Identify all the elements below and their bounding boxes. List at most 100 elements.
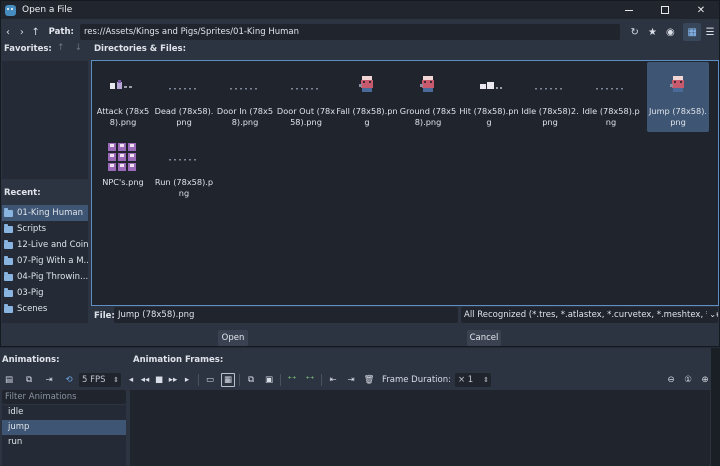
favorites-list[interactable] [2,61,88,179]
toggle-hidden-button[interactable]: ◉ [661,23,679,41]
recent-item[interactable]: 01-King Human [2,205,88,221]
file-item[interactable]: Door In (78x58).png [214,62,276,132]
recent-label: Recent: [4,188,41,198]
file-item[interactable]: Ground (78x58).png [397,62,459,132]
chevron-right-icon: › [19,26,24,38]
path-label: Path: [48,27,74,37]
file-item[interactable]: Run (78x58).png [153,133,215,203]
arrow-down-icon[interactable]: ↓ [75,43,83,53]
load-frames-icon[interactable]: ▭ [203,373,217,387]
animation-item[interactable]: jump [2,420,126,435]
recent-item[interactable]: 03-Pig [2,285,88,301]
file-item[interactable]: Fall (78x58).png [336,62,398,132]
duplicate-animation-icon[interactable]: ⧉ [22,373,36,387]
refresh-button[interactable]: ↻ [626,23,644,41]
play-icon[interactable]: ▸▸ [166,373,180,387]
sprite-thumbnail [228,70,262,98]
zoom-reset-icon[interactable]: ① [681,373,695,387]
frame-duration-spinbox[interactable]: × 1 ⇕ [454,373,491,387]
delete-icon[interactable]: 🗑 [362,373,376,387]
file-type-filter[interactable]: All Recognized (*.tres, *.atlastex, *.cu… [461,307,718,323]
directories-label: Directories & Files: [94,44,186,54]
recent-item[interactable]: 07-Pig With a M... [2,253,88,269]
insert-after-icon[interactable]: ⁺⁺ [303,373,317,387]
close-button[interactable]: ✕ [683,1,719,19]
paste-icon[interactable]: ▣ [262,373,276,387]
folder-icon [4,255,13,265]
file-item[interactable]: Idle (78x58).png [580,62,642,132]
thumbnail-view-button[interactable]: ▦ [683,23,702,41]
cancel-button[interactable]: Cancel [467,330,501,346]
zoom-in-icon[interactable]: ⊕ [698,373,712,387]
file-name: Idle (78x58)2.png [521,106,579,127]
animation-toolbar: ▤ ⧉ ⇥ ⟲ 5 FPS ⇕ ◂ ◂◂ ■ ▸▸ ▸ ▭ ▦ ⧉ ▣ ⁺⁺ ⁺⁺… [0,371,720,389]
insert-before-icon[interactable]: ⁺⁺ [285,373,299,387]
up-button[interactable]: ↑ [29,24,43,40]
sprite-thumbnail [594,70,628,98]
back-button[interactable]: ‹ [1,24,15,40]
dialog-title: Open a File [22,5,73,15]
forward-button[interactable]: › [15,24,29,40]
play-backwards-from-end-icon[interactable]: ◂ [124,373,138,387]
list-view-button[interactable]: ☰ [701,23,719,41]
recent-item[interactable]: Scripts [2,221,88,237]
file-grid[interactable]: Attack (78x58).png Dead (78x58).png Door… [91,60,719,306]
refresh-icon: ↻ [630,26,639,38]
minimize-button[interactable] [611,1,647,19]
move-right-icon[interactable]: ⇥ [344,373,358,387]
animation-list: idle jump run [2,405,126,466]
recent-item-label: 01-King Human [17,208,83,218]
divider [321,374,322,386]
favorite-button[interactable]: ★ [644,23,662,41]
fps-value: 5 FPS [82,375,106,385]
folder-icon [4,271,13,281]
close-icon: ✕ [696,4,706,16]
list-icon: ☰ [705,26,715,38]
recent-item[interactable]: Scenes [2,301,88,317]
sprite-thumbnail [106,141,140,171]
chevron-down-icon: ⌄ [707,307,716,323]
loop-icon[interactable]: ⟲ [62,373,76,387]
animation-item[interactable]: idle [2,405,126,420]
file-item-selected[interactable]: Jump (78x58).png [647,62,709,132]
scrollbar[interactable] [711,348,720,466]
arrow-up-icon[interactable]: ↑ [57,43,65,53]
file-item[interactable]: Attack (78x58).png [92,62,154,132]
frame-duration-value: × 1 [457,375,474,385]
file-item[interactable]: Dead (78x58).png [153,62,215,132]
recent-item-label: Scripts [17,224,47,234]
path-input[interactable]: res://Assets/Kings and Pigs/Sprites/01-K… [79,24,620,40]
file-item[interactable]: Idle (78x58)2.png [519,62,581,132]
file-item[interactable]: NPC's.png [92,133,154,203]
animation-item[interactable]: run [2,435,126,450]
recent-item[interactable]: 04-Pig Throwin... [2,269,88,285]
folder-icon [4,303,13,313]
play-backwards-icon[interactable]: ◂◂ [138,373,152,387]
file-name-input[interactable]: Jump (78x58).png [114,307,458,323]
copy-icon[interactable]: ⧉ [244,373,258,387]
sprite-thumbnail [411,70,445,98]
move-left-icon[interactable]: ⇤ [326,373,340,387]
add-from-sprite-sheet-icon[interactable]: ▦ [221,373,235,387]
rename-animation-icon[interactable]: ⇥ [42,373,56,387]
new-animation-icon[interactable]: ▤ [2,373,16,387]
divider [239,374,240,386]
file-item[interactable]: Door Out (78x58).png [275,62,337,132]
file-item[interactable]: Hit (78x58).png [458,62,520,132]
stop-icon[interactable]: ■ [152,373,166,387]
animation-frames-area[interactable] [130,390,710,466]
recent-item[interactable]: 12-Live and Coins [2,237,88,253]
play-from-start-icon[interactable]: ▸ [180,373,194,387]
divider [198,374,199,386]
zoom-out-icon[interactable]: ⊖ [664,373,678,387]
godot-icon [5,4,16,16]
sprite-thumbnail [533,70,567,98]
file-name: Idle (78x58).png [582,106,640,127]
open-button[interactable]: Open [218,330,248,346]
eye-icon: ◉ [665,26,675,38]
spin-arrows-icon: ⇕ [483,376,489,384]
fps-spinbox[interactable]: 5 FPS ⇕ [79,373,121,387]
filter-animations-input[interactable]: Filter Animations [2,390,126,404]
maximize-button[interactable] [647,1,683,19]
favorites-label: Favorites: [4,44,52,54]
